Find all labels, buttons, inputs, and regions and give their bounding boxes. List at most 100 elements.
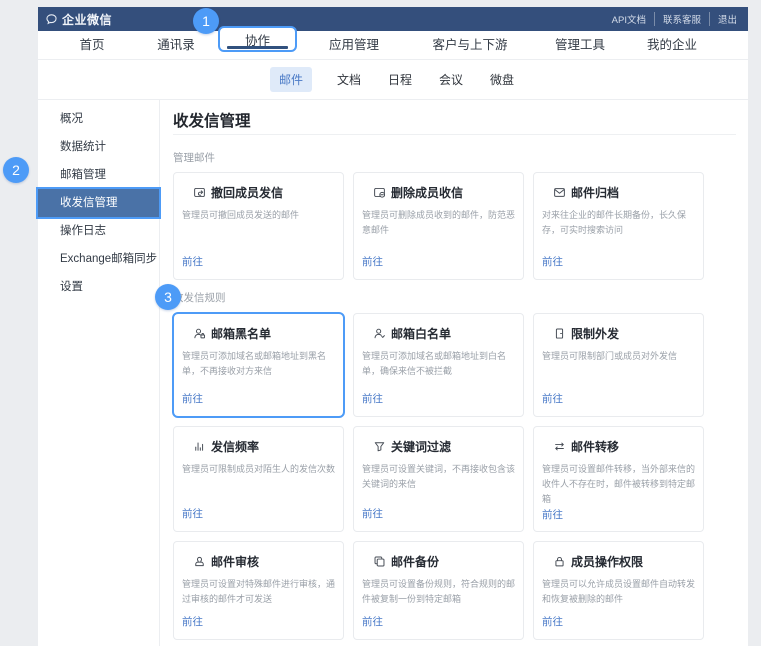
- subtab-drive[interactable]: 微盘: [488, 67, 516, 92]
- goto-link[interactable]: 前往: [362, 614, 520, 629]
- section-label-rules: 收发信规则: [173, 291, 740, 306]
- nav-item-tools[interactable]: 管理工具: [555, 31, 605, 60]
- nav-item-customers[interactable]: 客户与上下游: [432, 31, 507, 60]
- sidebar-item-send-receive-mgmt[interactable]: 收发信管理: [38, 189, 159, 217]
- card-member-permission[interactable]: 成员操作权限 管理员可以允许成员设置邮件自动转发和恢复被删除的邮件 前往: [533, 541, 704, 640]
- card-desc: 管理员可删除成员收到的邮件，防范恶意邮件: [362, 208, 520, 238]
- top-bar: 企业微信 API文档 联系客服 退出: [38, 7, 748, 31]
- main-nav: 首页 通讯录 协作 应用管理 客户与上下游 管理工具 我的企业: [38, 31, 748, 60]
- main-content: 收发信管理 管理邮件 撤回成员发信 管理员可撤回成员发送的邮件 前往 删除成员收…: [160, 100, 748, 646]
- annotation-step-3-badge: 3: [155, 284, 181, 310]
- card-title: 邮件归档: [571, 184, 619, 201]
- card-title: 撤回成员发信: [211, 184, 283, 201]
- goto-link[interactable]: 前往: [542, 254, 700, 269]
- annotation-step-1-badge: 1: [193, 8, 219, 34]
- goto-link[interactable]: 前往: [362, 506, 520, 521]
- card-title: 删除成员收信: [391, 184, 463, 201]
- goto-link[interactable]: 前往: [542, 614, 700, 629]
- goto-link[interactable]: 前往: [182, 614, 340, 629]
- goto-link[interactable]: 前往: [362, 391, 520, 406]
- nav-item-home[interactable]: 首页: [79, 31, 104, 60]
- title-divider: [173, 134, 736, 135]
- card-desc: 管理员可设置邮件转移，当外部来信的收件人不存在时，邮件被转移到特定邮箱: [542, 462, 700, 507]
- section-label-manage-mail: 管理邮件: [173, 151, 740, 166]
- wecom-logo: 企业微信: [45, 11, 112, 28]
- sidebar-item-operation-log[interactable]: 操作日志: [38, 217, 159, 245]
- card-delete-member-mail[interactable]: 删除成员收信 管理员可删除成员收到的邮件，防范恶意邮件 前往: [353, 172, 524, 280]
- card-desc: 管理员可添加域名或邮箱地址到白名单，确保来信不被拦截: [362, 349, 520, 379]
- goto-link[interactable]: 前往: [182, 506, 340, 521]
- subtab-meeting[interactable]: 会议: [437, 67, 465, 92]
- nav-item-company[interactable]: 我的企业: [647, 31, 697, 60]
- restrict-outgoing-icon: [553, 327, 566, 340]
- subtab-mail[interactable]: 邮件: [270, 67, 312, 92]
- chat-bubble-icon: [45, 13, 58, 26]
- card-desc: 管理员可以允许成员设置邮件自动转发和恢复被删除的邮件: [542, 577, 700, 607]
- whitelist-person-icon: [373, 327, 386, 340]
- card-title: 关键词过滤: [391, 438, 451, 455]
- card-mail-blacklist[interactable]: 邮箱黑名单 管理员可添加域名或邮箱地址到黑名单，不再接收对方来信 前往: [172, 312, 345, 418]
- logout-link[interactable]: 退出: [709, 12, 739, 26]
- card-title: 邮件转移: [571, 438, 619, 455]
- card-recall-member-mail[interactable]: 撤回成员发信 管理员可撤回成员发送的邮件 前往: [173, 172, 344, 280]
- nav-item-apps[interactable]: 应用管理: [329, 31, 379, 60]
- card-mail-review[interactable]: 邮件审核 管理员可设置对特殊邮件进行审核，通过审核的邮件才可发送 前往: [173, 541, 344, 640]
- active-tab-underline: [227, 46, 288, 49]
- contact-support-link[interactable]: 联系客服: [654, 12, 709, 26]
- card-mail-transfer[interactable]: 邮件转移 管理员可设置邮件转移，当外部来信的收件人不存在时，邮件被转移到特定邮箱…: [533, 426, 704, 532]
- sidebar-item-statistics[interactable]: 数据统计: [38, 133, 159, 161]
- card-title: 邮箱黑名单: [211, 325, 271, 342]
- card-mail-backup[interactable]: 邮件备份 管理员可设置备份规则，符合规则的邮件被复制一份到特定邮箱 前往: [353, 541, 524, 640]
- mail-backup-icon: [373, 555, 386, 568]
- goto-link[interactable]: 前往: [182, 254, 340, 269]
- goto-link[interactable]: 前往: [542, 391, 700, 406]
- collab-subtabs: 邮件 文档 日程 会议 微盘: [38, 60, 748, 100]
- card-desc: 对来往企业的邮件长期备份，长久保存，可实时搜索访问: [542, 208, 700, 238]
- card-desc: 管理员可限制部门或成员对外发信: [542, 349, 700, 364]
- admin-console-window: 企业微信 API文档 联系客服 退出 首页 通讯录 协作 应用管理 客户与上下游…: [38, 7, 748, 646]
- member-permission-icon: [553, 555, 566, 568]
- sidebar-item-overview[interactable]: 概况: [38, 105, 159, 133]
- sidebar-item-settings[interactable]: 设置: [38, 273, 159, 301]
- card-title: 邮件备份: [391, 553, 439, 570]
- card-title: 邮件审核: [211, 553, 259, 570]
- blacklist-person-icon: [193, 327, 206, 340]
- sidebar-item-mailbox-mgmt[interactable]: 邮箱管理: [38, 161, 159, 189]
- card-desc: 管理员可设置对特殊邮件进行审核，通过审核的邮件才可发送: [182, 577, 340, 607]
- sidebar-item-exchange-sync[interactable]: Exchange邮箱同步: [38, 245, 159, 273]
- subtab-calendar[interactable]: 日程: [386, 67, 414, 92]
- card-desc: 管理员可设置备份规则，符合规则的邮件被复制一份到特定邮箱: [362, 577, 520, 607]
- goto-link[interactable]: 前往: [362, 254, 520, 269]
- card-desc: 管理员可撤回成员发送的邮件: [182, 208, 340, 223]
- card-desc: 管理员可限制成员对陌生人的发信次数: [182, 462, 340, 477]
- keyword-filter-icon: [373, 440, 386, 453]
- mail-transfer-icon: [553, 440, 566, 453]
- delete-mail-icon: [373, 186, 386, 199]
- logo-text: 企业微信: [62, 11, 112, 28]
- api-docs-link[interactable]: API文档: [604, 12, 654, 26]
- manage-mail-cards: 撤回成员发信 管理员可撤回成员发送的邮件 前往 删除成员收信 管理员可删除成员收…: [173, 172, 740, 280]
- mail-review-icon: [193, 555, 206, 568]
- annotation-step-2-badge: 2: [3, 157, 29, 183]
- card-title: 限制外发: [571, 325, 619, 342]
- send-receive-rule-cards: 邮箱黑名单 管理员可添加域名或邮箱地址到黑名单，不再接收对方来信 前往 邮箱白名…: [173, 313, 740, 640]
- nav-item-contacts[interactable]: 通讯录: [157, 31, 195, 60]
- card-mail-whitelist[interactable]: 邮箱白名单 管理员可添加域名或邮箱地址到白名单，确保来信不被拦截 前往: [353, 313, 524, 417]
- mail-archive-icon: [553, 186, 566, 199]
- card-keyword-filter[interactable]: 关键词过滤 管理员可设置关键词，不再接收包含该关键词的来信 前往: [353, 426, 524, 532]
- goto-link[interactable]: 前往: [182, 391, 340, 406]
- send-frequency-icon: [193, 440, 206, 453]
- card-title: 发信频率: [211, 438, 259, 455]
- card-mail-archive[interactable]: 邮件归档 对来往企业的邮件长期备份，长久保存，可实时搜索访问 前往: [533, 172, 704, 280]
- nav-item-collaboration[interactable]: 协作: [218, 26, 297, 52]
- subtab-docs[interactable]: 文档: [335, 67, 363, 92]
- topbar-links: API文档 联系客服 退出: [604, 12, 739, 26]
- card-restrict-outgoing[interactable]: 限制外发 管理员可限制部门或成员对外发信 前往: [533, 313, 704, 417]
- page-title: 收发信管理: [173, 112, 740, 132]
- card-title: 成员操作权限: [571, 553, 643, 570]
- mail-sidebar: 概况 数据统计 邮箱管理 收发信管理 操作日志 Exchange邮箱同步 设置: [38, 100, 160, 646]
- goto-link[interactable]: 前往: [542, 507, 700, 522]
- card-desc: 管理员可设置关键词，不再接收包含该关键词的来信: [362, 462, 520, 492]
- card-send-frequency[interactable]: 发信频率 管理员可限制成员对陌生人的发信次数 前往: [173, 426, 344, 532]
- card-desc: 管理员可添加域名或邮箱地址到黑名单，不再接收对方来信: [182, 349, 340, 379]
